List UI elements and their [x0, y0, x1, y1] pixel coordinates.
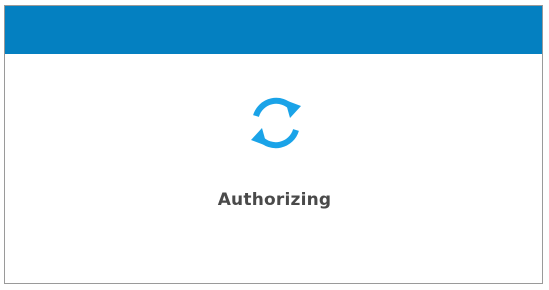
authorization-dialog: Authorizing: [4, 5, 543, 284]
dialog-header-bar: [5, 6, 542, 54]
refresh-sync-icon: [251, 97, 301, 149]
status-text: Authorizing: [217, 190, 332, 210]
